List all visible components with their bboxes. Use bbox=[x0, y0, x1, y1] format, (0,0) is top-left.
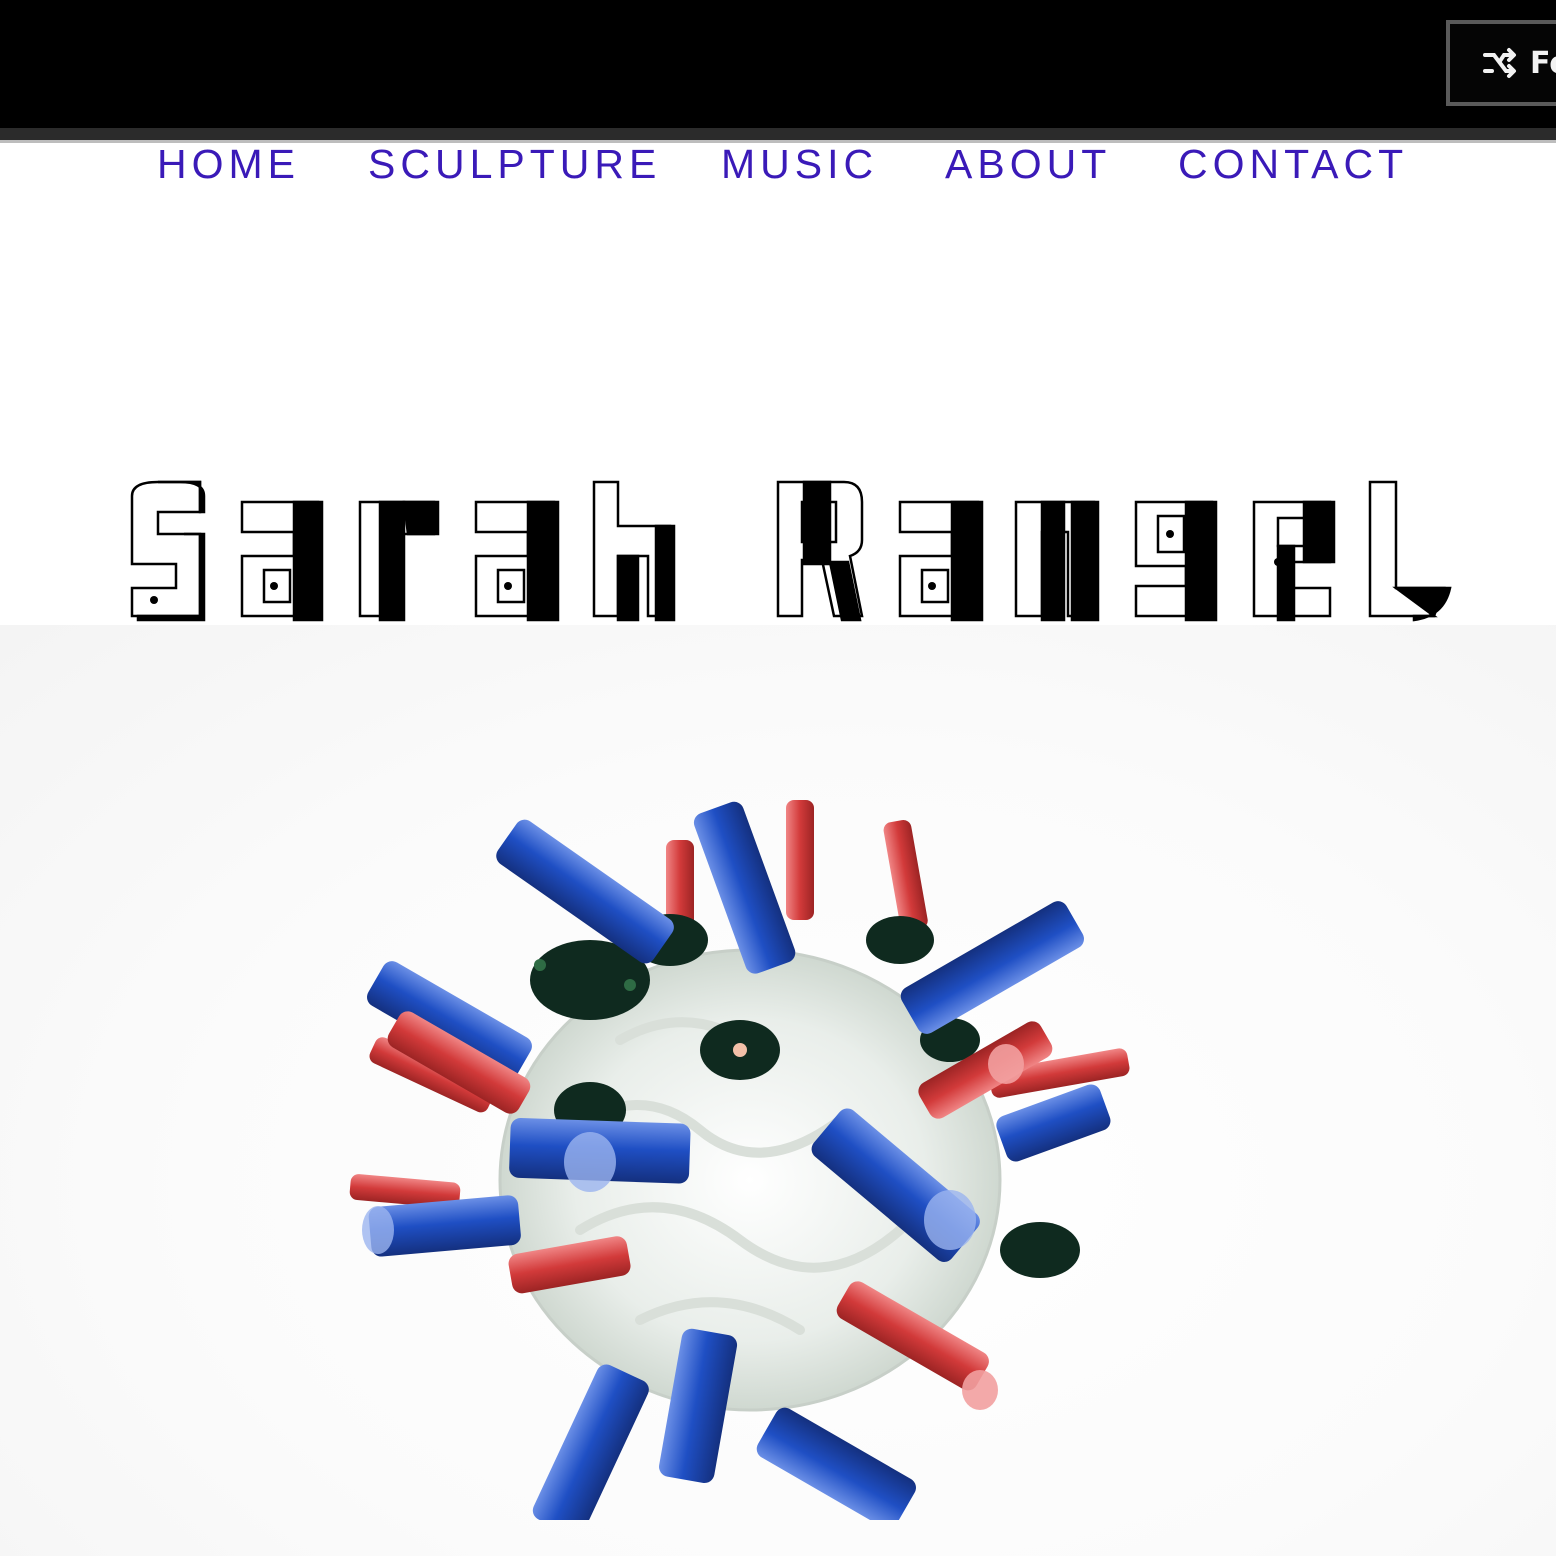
nav-about[interactable]: ABOUT bbox=[945, 140, 1111, 188]
hero-sculpture-image bbox=[349, 800, 1130, 1520]
nav-home[interactable]: HOME bbox=[157, 140, 300, 188]
follow-button[interactable]: Follow bbox=[1446, 20, 1556, 106]
nav-sculpture[interactable]: SCULPTURE bbox=[368, 140, 661, 188]
follow-label: Follow bbox=[1530, 45, 1556, 81]
share-arrows-icon bbox=[1483, 48, 1516, 78]
site-logo[interactable] bbox=[118, 476, 1458, 626]
nav-contact[interactable]: CONTACT bbox=[1178, 140, 1408, 188]
nav-music[interactable]: MUSIC bbox=[721, 140, 878, 188]
main-navigation: HOME SCULPTURE MUSIC ABOUT CONTACT bbox=[0, 140, 1556, 192]
top-bar bbox=[0, 0, 1556, 140]
